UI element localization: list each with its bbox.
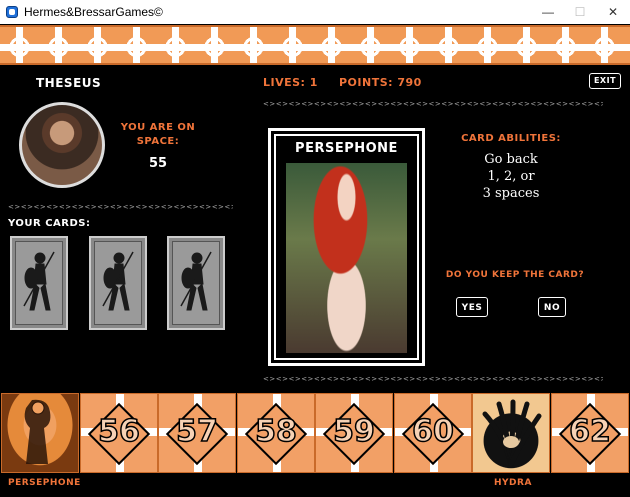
divider-top: <><><><><><><><><><><><><><><><><><><><>…	[263, 100, 603, 108]
spartan-warrior-icon	[102, 251, 134, 311]
player-portrait	[19, 102, 105, 188]
your-cards-label: Your cards:	[8, 218, 91, 229]
hydra-tile-label: HYDRA	[494, 478, 532, 488]
board-tile-57[interactable]: 57	[158, 393, 236, 473]
space-number: 55	[148, 156, 168, 171]
ability-line-3: 3 spaces	[482, 186, 540, 201]
board-tile-62[interactable]: 62	[551, 393, 629, 473]
points-counter: Points: 790	[339, 76, 422, 89]
window-titlebar: Hermes&BressarGames© — ☐ ✕	[0, 0, 630, 24]
card-abilities-text: Go back 1, 2, or 3 spaces	[440, 151, 582, 202]
divider-left: <><><><><><><><><><><><><><><><><><><><>…	[8, 203, 233, 211]
divider-bottom: <><><><><><><><><><><><><><><><><><><><>…	[263, 375, 603, 383]
persephone-vase-icon	[24, 399, 51, 464]
top-meander-border	[0, 25, 630, 65]
board-tile-58[interactable]: 58	[237, 393, 315, 473]
board-tile-60[interactable]: 60	[394, 393, 472, 473]
drawn-card[interactable]: PERSEPHONE	[268, 128, 425, 366]
minimize-button[interactable]: —	[532, 0, 564, 24]
card-abilities-title: Card abilities:	[461, 133, 561, 144]
no-button[interactable]: No	[538, 297, 566, 317]
hand-card-3[interactable]	[167, 236, 225, 330]
window-title: Hermes&BressarGames©	[24, 5, 163, 19]
ability-line-1: Go back	[484, 152, 538, 167]
persephone-portrait	[286, 163, 407, 353]
hand-card-1[interactable]	[10, 236, 68, 330]
space-label: You are on space:	[120, 122, 196, 147]
board-track: 56 57 58 59 60 62	[0, 393, 630, 473]
exit-button[interactable]: Exit	[589, 73, 621, 89]
hand-card-2[interactable]	[89, 236, 147, 330]
board-tile-56[interactable]: 56	[80, 393, 158, 473]
yes-button[interactable]: Yes	[456, 297, 488, 317]
board-tile-persephone[interactable]	[1, 393, 79, 473]
app-icon	[6, 6, 18, 18]
lives-counter: Lives: 1	[263, 76, 318, 89]
ability-line-2: 1, 2, or	[487, 169, 535, 184]
keep-card-prompt: Do you keep the card?	[445, 270, 585, 280]
maximize-button[interactable]: ☐	[564, 0, 596, 24]
hydra-icon	[482, 399, 542, 467]
close-button[interactable]: ✕	[597, 0, 629, 24]
board-tile-59[interactable]: 59	[315, 393, 393, 473]
drawn-card-name: PERSEPHONE	[295, 141, 398, 156]
board-tile-hydra[interactable]	[472, 393, 550, 473]
spartan-warrior-icon	[180, 251, 212, 311]
spartan-warrior-icon	[23, 251, 55, 311]
persephone-tile-label: PERSEPHONE	[8, 478, 81, 488]
player-name: Theseus	[36, 76, 102, 90]
